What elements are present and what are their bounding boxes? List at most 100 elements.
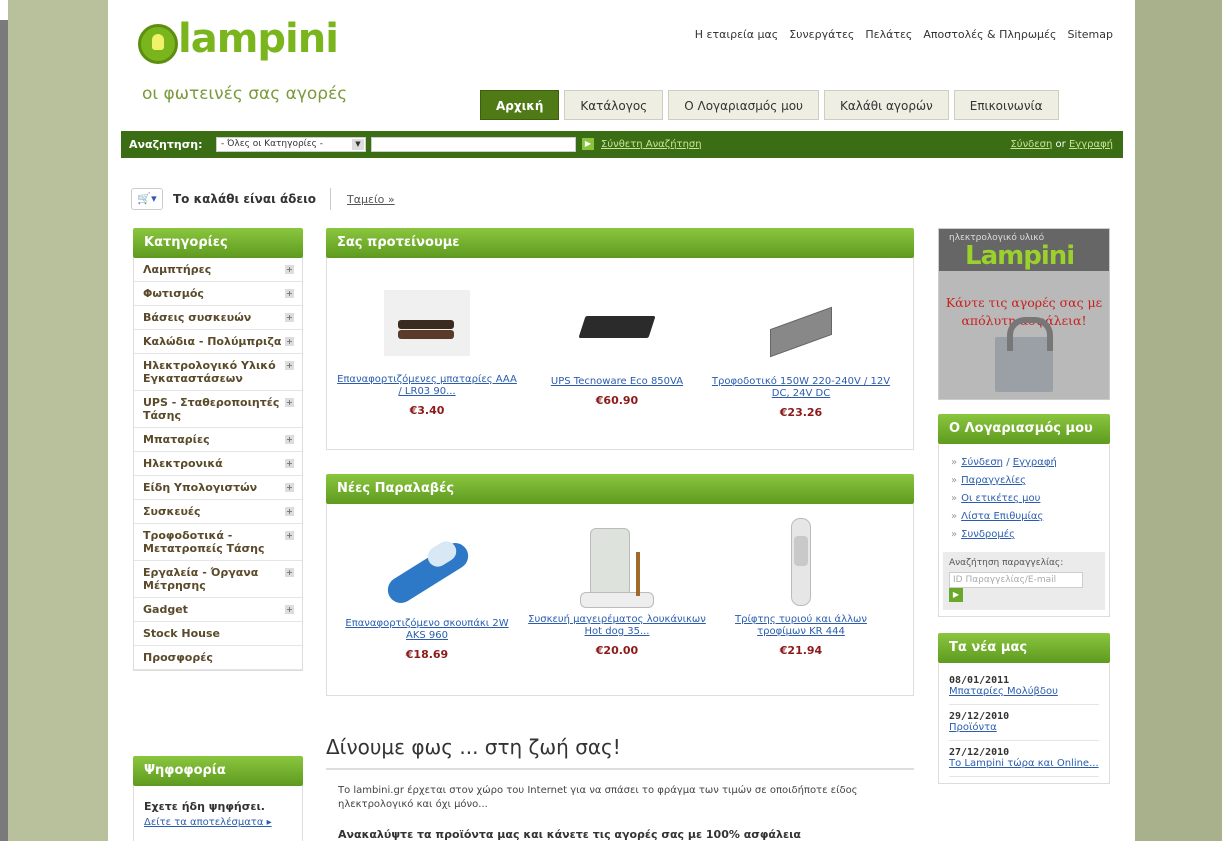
bullet-icon: » — [951, 475, 958, 486]
toplink-shipping[interactable]: Αποστολές & Πληρωμές — [923, 28, 1056, 41]
news-item: 08/01/2011 Μπαταρίες Μολύβδου — [949, 669, 1099, 705]
expand-icon[interactable]: + — [285, 361, 294, 370]
category-item[interactable]: Φωτισμός + — [134, 282, 302, 306]
product-name[interactable]: UPS Tecnoware Eco 850VA — [527, 376, 707, 388]
category-item[interactable]: Λαμπτήρες + — [134, 258, 302, 282]
top-links: Η εταιρεία μας Συνεργάτες Πελάτες Αποστο… — [695, 28, 1113, 41]
welcome-text: Το lambini.gr έρχεται στον χώρο του Inte… — [338, 785, 858, 810]
expand-icon[interactable]: + — [285, 265, 294, 274]
tab-catalog[interactable]: Κατάλογος — [564, 90, 664, 120]
account-orders-link[interactable]: Παραγγελίες — [961, 475, 1026, 486]
product-card[interactable]: Επαναφορτιζόμενο σκουπάκι 2W AKS 960 €18… — [337, 530, 517, 661]
tab-my-account[interactable]: Ο Λογαριασμός μου — [668, 90, 819, 120]
expand-icon[interactable]: + — [285, 398, 294, 407]
expand-icon[interactable]: + — [285, 507, 294, 516]
expand-icon[interactable]: + — [285, 568, 294, 577]
order-search-input[interactable]: ID Παραγγελίας/E-mail — [949, 572, 1083, 588]
ups-image[interactable] — [576, 300, 658, 352]
expand-icon[interactable]: + — [285, 605, 294, 614]
category-item[interactable]: Ηλεκτρονικά + — [134, 452, 302, 476]
account-register-link[interactable]: Εγγραφή — [1013, 457, 1057, 468]
cart-row: 🛒▾ Το καλάθι είναι άδειο Ταμείο » — [131, 188, 395, 210]
news-link[interactable]: Το Lampini τώρα και Online... — [949, 758, 1099, 770]
advanced-search-link[interactable]: Σύνθετη Αναζήτηση — [601, 139, 702, 150]
power-supply-image[interactable] — [766, 304, 836, 364]
category-label: Συσκευές — [143, 505, 201, 518]
category-item[interactable]: Gadget + — [134, 598, 302, 622]
checkout-link[interactable]: Ταμείο » — [347, 193, 395, 206]
category-label: Είδη Υπολογιστών — [143, 481, 258, 494]
product-name[interactable]: Επαναφορτιζόμενες μπαταρίες AAA / LR03 9… — [337, 374, 517, 398]
order-search-go-button[interactable]: ▶ — [949, 588, 963, 602]
category-item[interactable]: Καλώδια - Πολύμπριζα + — [134, 330, 302, 354]
expand-icon[interactable]: + — [285, 289, 294, 298]
toplink-sitemap[interactable]: Sitemap — [1067, 28, 1113, 41]
account-login-link[interactable]: Σύνδεση — [961, 457, 1003, 468]
cart-status: Το καλάθι είναι άδειο — [173, 192, 317, 206]
toplink-company[interactable]: Η εταιρεία μας — [695, 28, 778, 41]
poll-body: Εχετε ήδη ψηφήσει. Δείτε τα αποτελέσματα… — [133, 786, 303, 841]
product-card[interactable]: UPS Tecnoware Eco 850VA €60.90 — [527, 300, 707, 407]
product-price: €21.94 — [779, 644, 823, 657]
account-wishlist-link[interactable]: Λίστα Επιθυμίας — [961, 511, 1043, 522]
or-text: or — [1055, 139, 1066, 150]
product-card[interactable]: Τροφοδοτικό 150W 220-240V / 12V DC, 24V … — [711, 304, 891, 419]
product-name[interactable]: Συσκευή μαγειρέματος λουκάνικων Hot dog … — [527, 614, 707, 638]
register-link[interactable]: Εγγραφή — [1069, 139, 1113, 150]
toplink-clients[interactable]: Πελάτες — [865, 28, 912, 41]
product-card[interactable]: Επαναφορτιζόμενες μπαταρίες AAA / LR03 9… — [337, 290, 517, 417]
category-list: Λαμπτήρες + Φωτισμός + Βάσεις συσκευών + Καλώδ… — [133, 258, 303, 671]
login-link[interactable]: Σύνδεση — [1010, 139, 1052, 150]
product-name[interactable]: Τρίφτης τυριού και άλλων τροφίμων KR 444 — [711, 614, 891, 638]
expand-icon[interactable]: + — [285, 531, 294, 540]
category-label: Ηλεκτρολογικό Υλικό Εγκαταστάσεων — [143, 359, 276, 385]
category-item[interactable]: Συσκευές + — [134, 500, 302, 524]
expand-icon[interactable]: + — [285, 337, 294, 346]
category-label: Stock House — [143, 627, 221, 640]
toplink-partners[interactable]: Συνεργάτες — [789, 28, 854, 41]
tab-home[interactable]: Αρχική — [480, 90, 560, 120]
category-select[interactable]: - Όλες οι Κατηγορίες - ▼ — [216, 137, 366, 152]
account-tags: » Οι ετικέτες μου — [939, 490, 1109, 508]
news-date: 27/12/2010 — [949, 747, 1010, 758]
background-right-panel — [1135, 0, 1227, 841]
news-link[interactable]: Μπαταρίες Μολύβδου — [949, 686, 1099, 698]
secure-shopping-banner[interactable]: ηλεκτρολογικό υλικό Lampini Κάντε τις αγ… — [938, 228, 1110, 400]
product-name[interactable]: Τροφοδοτικό 150W 220-240V / 12V DC, 24V … — [711, 376, 891, 400]
account-subscriptions-link[interactable]: Συνδρομές — [961, 529, 1015, 540]
main-nav-tabs: Αρχική Κατάλογος Ο Λογαριασμός μου Καλάθ… — [480, 90, 1059, 120]
category-item[interactable]: Stock House — [134, 622, 302, 646]
logo-text: lampini — [178, 16, 339, 62]
hot-dog-maker-image[interactable] — [572, 522, 662, 614]
product-card[interactable]: Τρίφτης τυριού και άλλων τροφίμων KR 444… — [711, 518, 891, 657]
product-price: €20.00 — [595, 644, 639, 657]
news-link[interactable]: Προϊόντα — [949, 722, 1099, 734]
product-card[interactable]: Συσκευή μαγειρέματος λουκάνικων Hot dog … — [527, 522, 707, 657]
expand-icon[interactable]: + — [285, 483, 294, 492]
expand-icon[interactable]: + — [285, 435, 294, 444]
tab-cart[interactable]: Καλάθι αγορών — [824, 90, 949, 120]
cart-icon[interactable]: 🛒▾ — [131, 188, 163, 210]
poll-results-link[interactable]: Δείτε τα αποτελέσματα ▸ — [144, 817, 292, 828]
category-label: Φωτισμός — [143, 287, 204, 300]
category-item[interactable]: Είδη Υπολογιστών + — [134, 476, 302, 500]
batteries-image[interactable] — [384, 290, 470, 356]
tab-contact[interactable]: Επικοινωνία — [953, 90, 1059, 120]
expand-icon[interactable]: + — [285, 459, 294, 468]
category-label: Λαμπτήρες — [143, 263, 212, 276]
search-input[interactable] — [371, 137, 576, 152]
category-item[interactable]: Μπαταρίες + — [134, 428, 302, 452]
category-item[interactable]: UPS - Σταθεροποιητές Τάσης + — [134, 391, 302, 428]
hand-vacuum-image[interactable] — [377, 530, 477, 610]
product-name[interactable]: Επαναφορτιζόμενο σκουπάκι 2W AKS 960 — [337, 618, 517, 642]
account-login-register: » Σύνδεση / Εγγραφή — [951, 457, 1057, 468]
account-tags-link[interactable]: Οι ετικέτες μου — [961, 493, 1040, 504]
category-item[interactable]: Εργαλεία - Όργανα Μέτρησης + — [134, 561, 302, 598]
category-item[interactable]: Ηλεκτρολογικό Υλικό Εγκαταστάσεων + — [134, 354, 302, 391]
cheese-grater-image[interactable] — [781, 518, 821, 614]
expand-icon[interactable]: + — [285, 313, 294, 322]
category-item[interactable]: Προσφορές — [134, 646, 302, 670]
search-go-button[interactable]: ▶ — [582, 138, 594, 150]
category-item[interactable]: Βάσεις συσκευών + — [134, 306, 302, 330]
category-item[interactable]: Τροφοδοτικά - Μετατροπείς Τάσης + — [134, 524, 302, 561]
